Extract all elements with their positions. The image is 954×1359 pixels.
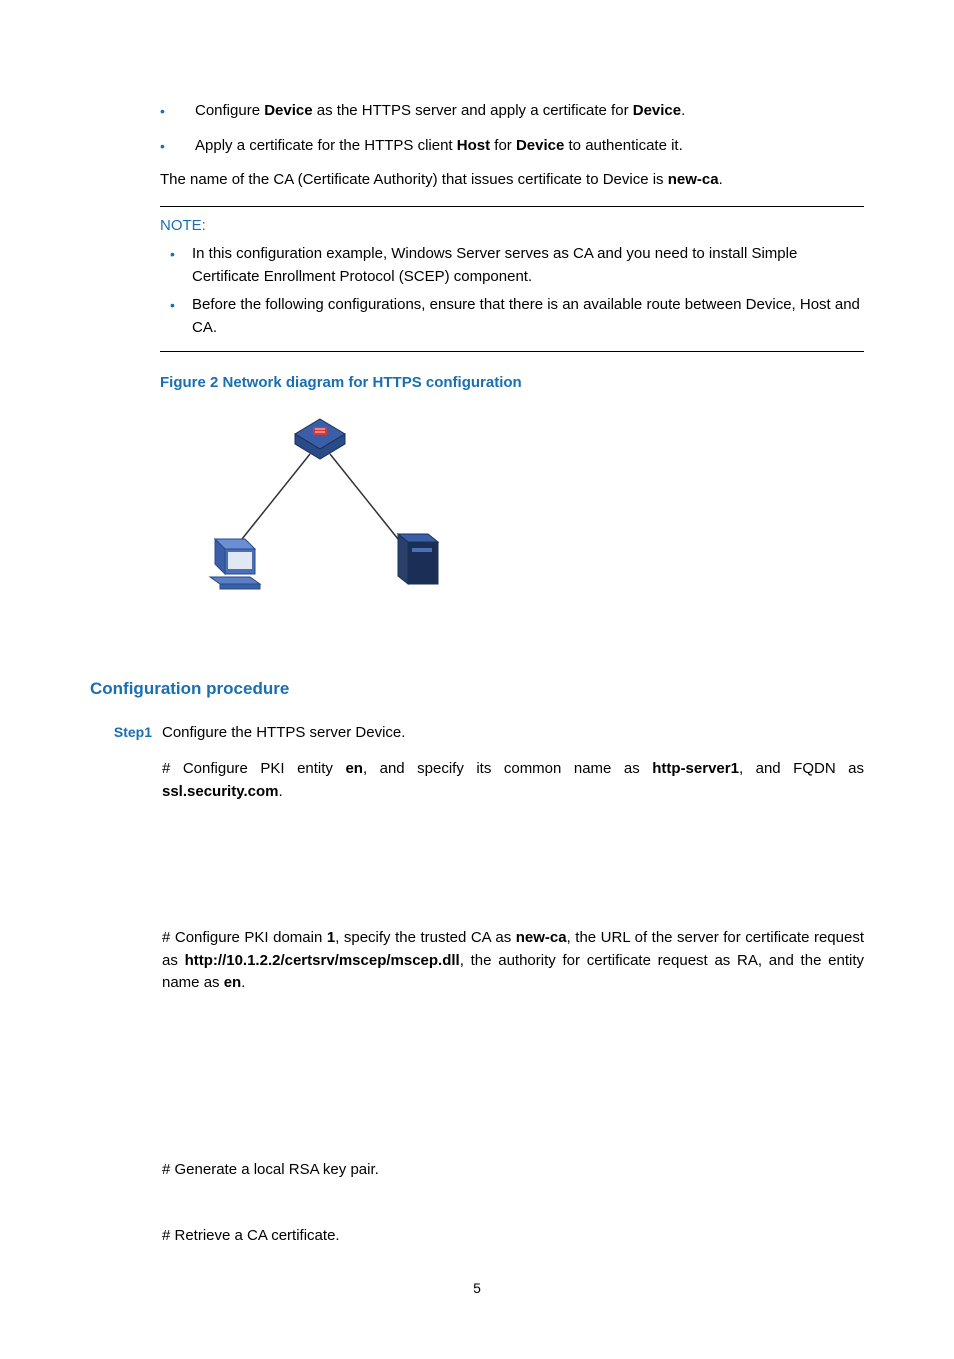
bold-text: en <box>224 974 242 991</box>
note-list: In this configuration example, Windows S… <box>160 243 864 339</box>
text: . <box>241 974 245 991</box>
bold-text: 1 <box>327 929 335 946</box>
bold-text: Device <box>516 137 564 154</box>
text: Apply a certificate for the HTTPS client <box>195 137 457 154</box>
text: , and specify its common name as <box>363 760 652 777</box>
step-text: Configure the HTTPS server Device. <box>162 722 864 745</box>
bold-text: ssl.security.com <box>162 783 278 800</box>
figure-caption: Figure 2 Network diagram for HTTPS confi… <box>160 372 864 395</box>
text: , specify the trusted CA as <box>335 929 516 946</box>
text: The name of the CA (Certificate Authorit… <box>160 171 668 188</box>
text: Configure <box>195 102 264 119</box>
bold-text: Device <box>264 102 312 119</box>
note-box: NOTE: In this configuration example, Win… <box>160 206 864 353</box>
step-label: Step1 <box>110 722 162 745</box>
bold-text: new-ca <box>516 929 567 946</box>
pki-domain-para: # Configure PKI domain 1, specify the tr… <box>162 927 864 995</box>
bullet-item: Apply a certificate for the HTTPS client… <box>160 135 864 158</box>
note-item: In this configuration example, Windows S… <box>170 243 864 288</box>
page-number: 5 <box>90 1278 864 1299</box>
bold-text: http://10.1.2.2/certsrv/mscep/mscep.dll <box>185 952 460 969</box>
bold-text: http-server1 <box>652 760 739 777</box>
pki-entity-para: # Configure PKI entity en, and specify i… <box>162 758 864 803</box>
text: as the HTTPS server and apply a certific… <box>313 102 633 119</box>
text: to authenticate it. <box>564 137 682 154</box>
bold-text: Host <box>457 137 490 154</box>
note-item: Before the following configurations, ens… <box>170 294 864 339</box>
note-label: NOTE: <box>160 215 864 238</box>
diagram-svg <box>180 409 460 599</box>
ca-para: The name of the CA (Certificate Authorit… <box>160 169 864 192</box>
text: . <box>719 171 723 188</box>
text: for <box>490 137 516 154</box>
text: . <box>681 102 685 119</box>
text: , and FQDN as <box>739 760 864 777</box>
network-diagram <box>180 409 864 607</box>
bullet-item: Configure Device as the HTTPS server and… <box>160 100 864 123</box>
rsa-para: # Generate a local RSA key pair. <box>162 1159 864 1182</box>
text: # Configure PKI domain <box>162 929 327 946</box>
bold-text: new-ca <box>668 171 719 188</box>
ca-cert-para: # Retrieve a CA certificate. <box>162 1225 864 1248</box>
bold-text: en <box>345 760 363 777</box>
config-procedure-header: Configuration procedure <box>90 676 864 702</box>
bold-text: Device <box>633 102 681 119</box>
step-row: Step1 Configure the HTTPS server Device. <box>110 722 864 745</box>
text: # Configure PKI entity <box>162 760 345 777</box>
top-bullet-list: Configure Device as the HTTPS server and… <box>160 100 864 157</box>
text: . <box>278 783 282 800</box>
